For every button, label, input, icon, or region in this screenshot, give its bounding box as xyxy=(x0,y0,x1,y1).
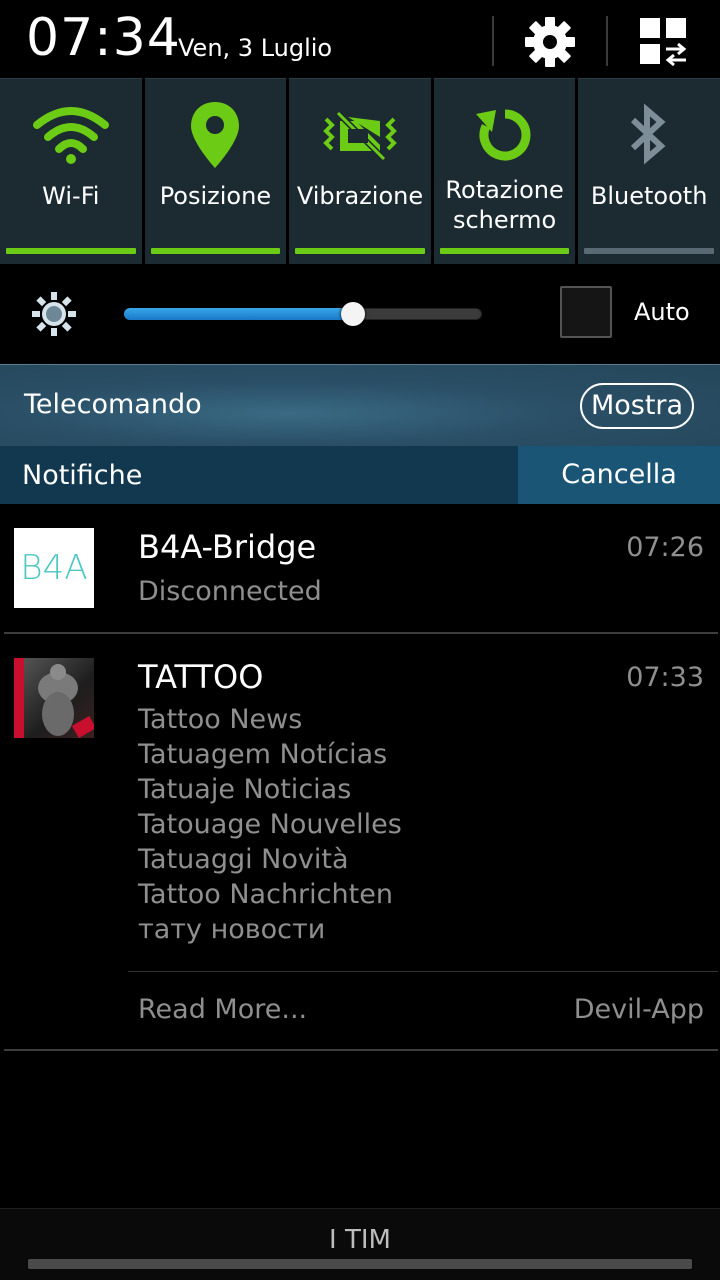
notification-body: Tattoo News Tatuagem Notícias Tatuaje No… xyxy=(138,702,402,947)
notification-line: Tattoo News xyxy=(138,704,303,735)
grid-switch-icon xyxy=(640,18,687,67)
toggle-label: Posizione xyxy=(159,182,272,210)
show-button[interactable]: Mostra xyxy=(580,383,694,429)
toggle-rotation[interactable]: Rotazione schermo xyxy=(433,78,576,264)
brightness-row: Auto xyxy=(0,264,720,364)
notification-inner-divider xyxy=(128,971,718,972)
gear-icon xyxy=(525,17,575,67)
notification-line: Tattoo Nachrichten xyxy=(138,879,393,910)
remote-label: Telecomando xyxy=(24,389,202,420)
brightness-icon xyxy=(30,290,78,342)
toggle-label: Bluetooth xyxy=(590,182,708,210)
notification-line: тату новости xyxy=(138,914,326,945)
read-more-link[interactable]: Read More... xyxy=(138,994,307,1025)
quick-settings-panel: Wi-Fi Posizione Vibrazione Rotazione sch… xyxy=(0,78,720,264)
auto-brightness-label: Auto xyxy=(634,298,690,326)
settings-button[interactable] xyxy=(518,12,582,72)
toggle-status-bar xyxy=(439,248,570,254)
toggle-label-line: schermo xyxy=(452,206,557,234)
notification-line: Tatuagem Notícias xyxy=(138,739,388,770)
toggle-status-bar xyxy=(6,248,136,254)
notification-time: 07:33 xyxy=(626,662,704,693)
b4a-logo-text: B4A xyxy=(20,548,88,588)
header-divider xyxy=(606,16,608,66)
toggle-bluetooth[interactable]: Bluetooth xyxy=(578,78,720,264)
tattoo-app-icon xyxy=(14,658,94,738)
notification-b4a-bridge[interactable]: B4A B4A-Bridge 07:26 Disconnected xyxy=(0,504,720,632)
date: Ven, 3 Luglio xyxy=(178,34,333,62)
notifications-label: Notifiche xyxy=(22,460,143,491)
notifications-header: Notifiche Cancella xyxy=(0,446,720,504)
clear-notifications-button[interactable]: Cancella xyxy=(518,446,720,504)
notification-title: TATTOO xyxy=(138,658,264,696)
toggle-label: Rotazione schermo xyxy=(434,175,576,235)
notification-line: Tatuaje Noticias xyxy=(138,774,352,805)
toggle-grid-button[interactable] xyxy=(632,12,696,72)
toggle-status-bar xyxy=(584,248,714,254)
notification-line: Tatuaggi Novità xyxy=(138,844,349,875)
toggle-label-line: Rotazione xyxy=(445,176,564,204)
bluetooth-icon xyxy=(631,103,666,165)
brightness-slider-fill xyxy=(124,308,353,320)
b4a-app-icon: B4A xyxy=(14,528,94,608)
notification-time: 07:26 xyxy=(626,532,704,563)
notification-line: Tatouage Nouvelles xyxy=(138,809,402,840)
header-divider xyxy=(492,16,494,66)
toggle-vibration[interactable]: Vibrazione xyxy=(289,78,431,264)
toggle-label: Wi-Fi xyxy=(42,182,100,210)
remote-panel: Telecomando Mostra xyxy=(0,364,720,446)
rotate-icon xyxy=(475,109,531,161)
notification-divider xyxy=(4,1049,718,1051)
location-pin-icon xyxy=(191,102,240,168)
clock: 07:34 xyxy=(26,8,181,68)
toggle-status-bar xyxy=(295,248,425,254)
toggle-location[interactable]: Posizione xyxy=(144,78,287,264)
carrier-name: I TIM xyxy=(329,1225,391,1255)
panel-drag-handle[interactable] xyxy=(28,1259,692,1269)
notification-header: 07:34 Ven, 3 Luglio xyxy=(0,0,720,78)
toggle-wifi[interactable]: Wi-Fi xyxy=(0,78,142,264)
brightness-slider-thumb[interactable] xyxy=(341,302,365,326)
notification-title: B4A-Bridge xyxy=(138,528,317,566)
notification-source: Devil-App xyxy=(573,994,704,1025)
toggle-status-bar xyxy=(150,248,281,254)
auto-brightness-checkbox[interactable] xyxy=(560,286,612,338)
wifi-icon xyxy=(32,107,109,164)
vibration-icon xyxy=(323,110,397,162)
carrier-footer: I TIM xyxy=(0,1208,720,1280)
toggle-label: Vibrazione xyxy=(296,182,424,210)
notification-subtitle: Disconnected xyxy=(138,576,322,607)
